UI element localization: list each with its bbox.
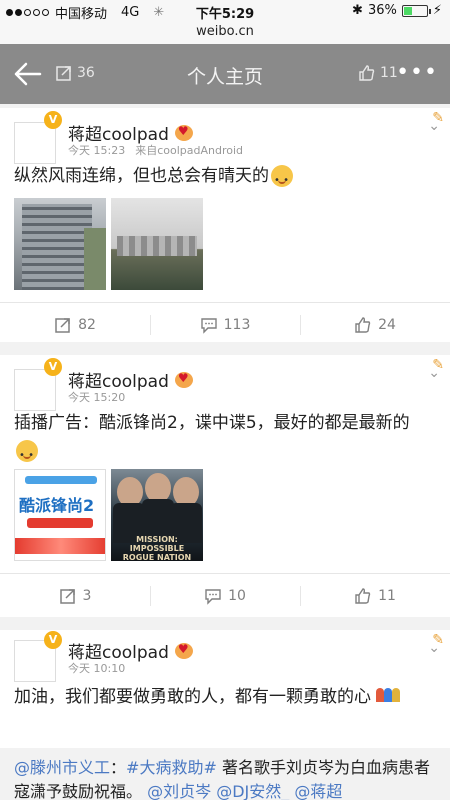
post-text: 加油，我们都要做勇敢的人，都有一颗勇敢的心 bbox=[14, 680, 430, 711]
post-time: 今天 15:23 bbox=[68, 144, 126, 157]
post-meta: 今天 15:20 bbox=[68, 389, 125, 405]
comment-count-value: 10 bbox=[228, 587, 246, 604]
repost-button[interactable]: 3 bbox=[0, 574, 150, 617]
like-count-value: 24 bbox=[378, 316, 396, 333]
action-bar: 3 10 11 bbox=[0, 573, 450, 617]
repost-count-value: 3 bbox=[82, 587, 92, 604]
post-card: ✎ ⌄ V 蒋超coolpad 今天 15:23 来自coolpadAndroi… bbox=[0, 108, 450, 342]
mention-link[interactable]: @滕州市义工 bbox=[14, 758, 110, 777]
verified-badge-icon: V bbox=[44, 111, 62, 129]
ad-title: 酷派锋尚2 bbox=[19, 496, 95, 515]
family-emoji-icon bbox=[376, 680, 401, 702]
chevron-down-icon[interactable]: ⌄ bbox=[428, 640, 440, 656]
charging-icon: ⚡ bbox=[432, 3, 442, 18]
post-source: 来自coolpadAndroid bbox=[135, 144, 244, 157]
thumbs-up-icon bbox=[355, 316, 371, 333]
url-bar[interactable]: weibo.cn bbox=[0, 22, 450, 44]
like-count[interactable]: 11 bbox=[358, 64, 398, 82]
repost-count-value: 82 bbox=[78, 316, 96, 333]
vip-crown-icon bbox=[174, 642, 193, 659]
post-text-content: 纵然风雨连绵，但也总会有晴天的 bbox=[14, 166, 269, 186]
post-image[interactable] bbox=[14, 198, 106, 290]
nav-bar: 36 个人主页 11 ••• bbox=[0, 44, 450, 104]
post-card: ✎ ⌄ V 蒋超coolpad 今天 10:10 加油，我们都要做勇敢的人，都有… bbox=[0, 630, 450, 800]
post-time: 今天 15:20 bbox=[68, 391, 126, 404]
post-image[interactable]: 酷派锋尚2 bbox=[14, 469, 106, 561]
post-time: 今天 10:10 bbox=[68, 662, 126, 675]
verified-badge-icon: V bbox=[44, 631, 62, 649]
smile-emoji-icon bbox=[16, 440, 38, 470]
thumbs-up-icon bbox=[355, 587, 371, 604]
comment-button[interactable]: 113 bbox=[150, 303, 300, 346]
battery-icon bbox=[401, 4, 431, 17]
post-meta: 今天 10:10 bbox=[68, 660, 125, 676]
status-bar: 中国移动 4G ✳ 下午5:29 ✱ 36% ⚡ bbox=[0, 0, 450, 22]
post-card: ✎ ⌄ V 蒋超coolpad 今天 15:20 插播广告：酷派锋尚2，谍中谍5… bbox=[0, 355, 450, 617]
action-bar: 82 113 24 bbox=[0, 302, 450, 346]
separator: ： bbox=[110, 758, 127, 777]
post-text-content: 加油，我们都要做勇敢的人，都有一颗勇敢的心 bbox=[14, 687, 371, 707]
smile-emoji-icon bbox=[271, 165, 293, 195]
chevron-down-icon[interactable]: ⌄ bbox=[428, 118, 440, 134]
movie-title: MISSION: IMPOSSIBLE ROGUE NATION bbox=[122, 535, 192, 561]
chevron-down-icon[interactable]: ⌄ bbox=[428, 365, 440, 381]
post-text-content: 插播广告：酷派锋尚2，谍中谍5，最好的都是最新的 bbox=[14, 413, 410, 433]
repost-content[interactable]: @滕州市义工：#大病救助# 著名歌手刘贞岑为白血病患者寇潇予鼓励祝福。 @刘贞岑… bbox=[0, 748, 450, 800]
comment-icon bbox=[205, 588, 221, 605]
mention-link[interactable]: @DJ安然_ bbox=[216, 782, 289, 800]
repost-icon bbox=[55, 317, 70, 333]
repost-button[interactable]: 82 bbox=[0, 303, 150, 346]
comment-count-value: 113 bbox=[223, 316, 251, 333]
ad-banner-strip bbox=[25, 476, 97, 484]
topic-link[interactable]: #大病救助# bbox=[126, 758, 217, 777]
post-text: 纵然风雨连绵，但也总会有晴天的 bbox=[14, 162, 430, 195]
like-count-value: 11 bbox=[378, 587, 396, 604]
like-button[interactable]: 24 bbox=[300, 303, 450, 346]
vip-crown-icon bbox=[174, 124, 193, 141]
mention-link[interactable]: @刘贞岑 bbox=[147, 782, 211, 800]
like-button[interactable]: 11 bbox=[300, 574, 450, 617]
ad-ribbon bbox=[15, 538, 105, 554]
bluetooth-icon: ✱ bbox=[352, 3, 363, 18]
vip-crown-icon bbox=[174, 371, 193, 388]
ad-price-tag bbox=[27, 518, 93, 528]
post-text: 插播广告：酷派锋尚2，谍中谍5，最好的都是最新的 bbox=[14, 409, 430, 470]
post-meta: 今天 15:23 来自coolpadAndroid bbox=[68, 142, 243, 158]
verified-badge-icon: V bbox=[44, 358, 62, 376]
comment-button[interactable]: 10 bbox=[150, 574, 300, 617]
thumbs-up-icon bbox=[359, 65, 375, 81]
post-image[interactable] bbox=[111, 198, 203, 290]
repost-icon bbox=[59, 588, 75, 604]
battery-percent: 36% bbox=[367, 3, 397, 18]
comment-icon bbox=[200, 317, 217, 334]
more-icon[interactable]: ••• bbox=[396, 60, 438, 85]
post-image[interactable]: MISSION: IMPOSSIBLE ROGUE NATION bbox=[111, 469, 203, 561]
mention-link[interactable]: @蒋超 bbox=[294, 782, 342, 800]
